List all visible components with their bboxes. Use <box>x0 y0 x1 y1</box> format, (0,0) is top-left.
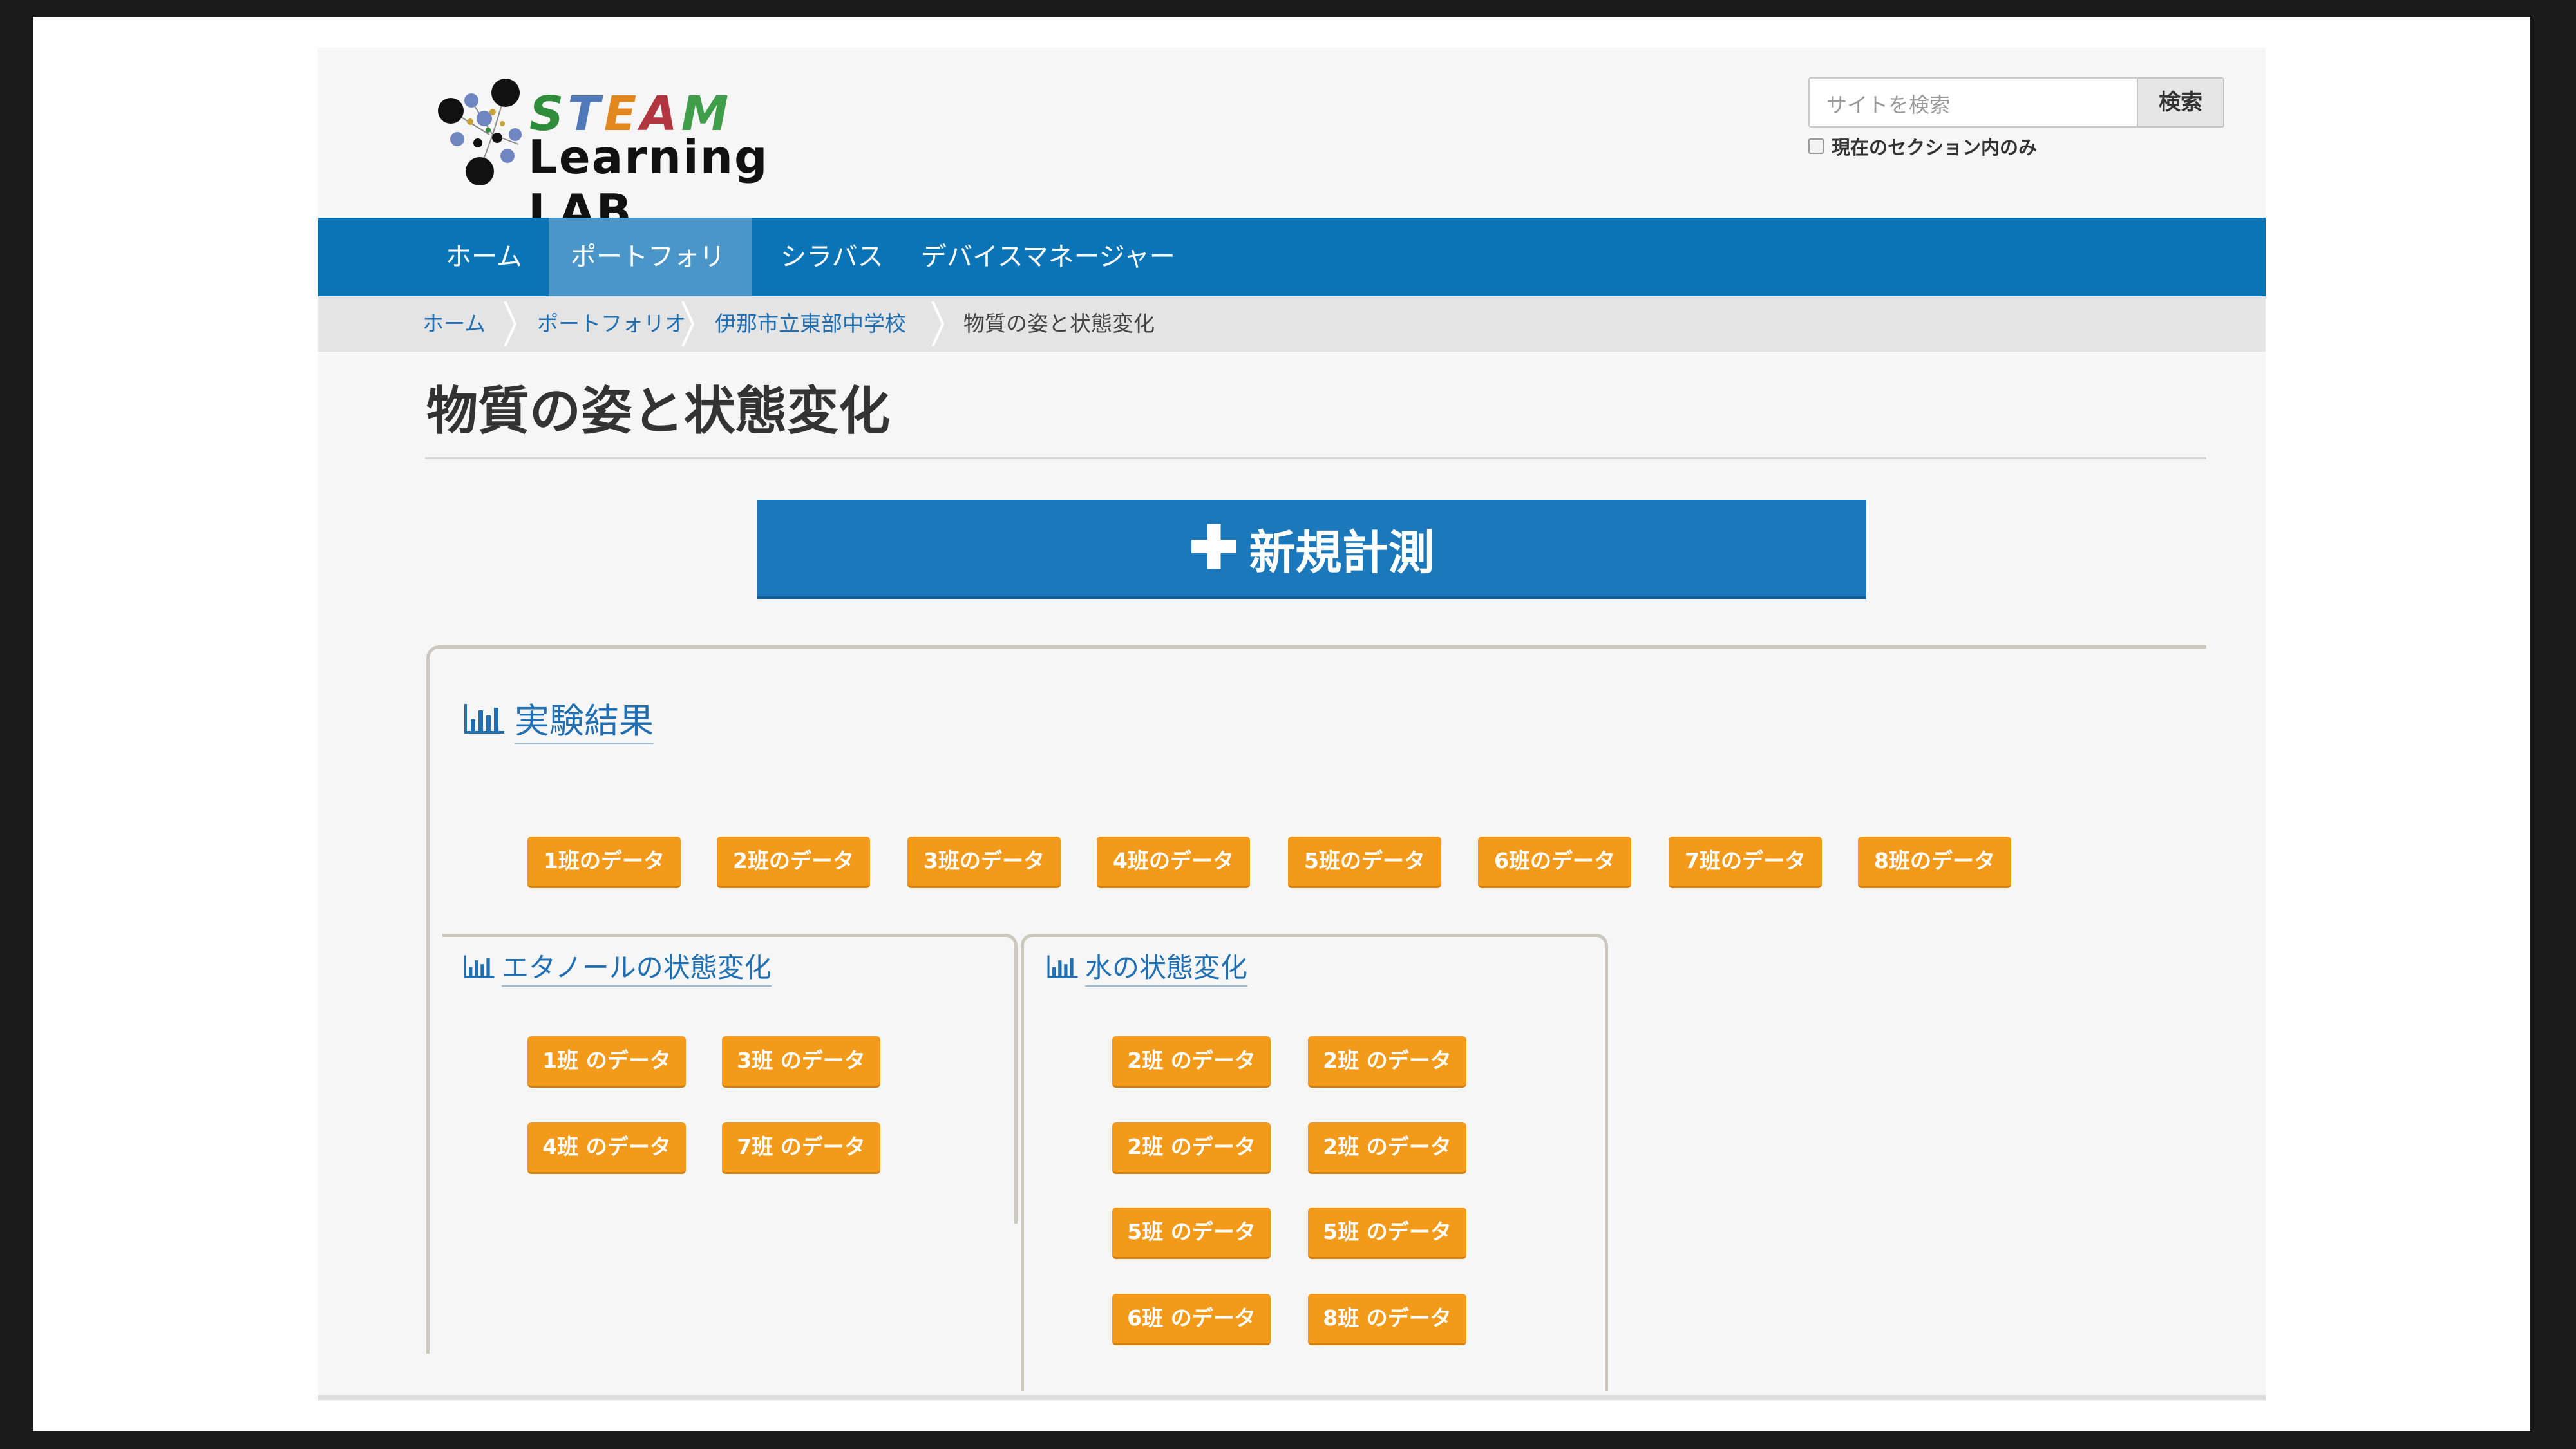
breadcrumb-separator-icon <box>504 301 516 346</box>
breadcrumb-separator-icon <box>931 301 944 346</box>
breadcrumb-portfolio[interactable]: ポートフォリオ <box>537 296 686 352</box>
water-data-button[interactable]: 5班 のデータ <box>1112 1208 1271 1259</box>
section-only-label: 現在のセクション内のみ <box>1832 137 2038 158</box>
search-input[interactable]: サイトを検索 <box>1808 77 2138 128</box>
group-data-button[interactable]: 7班のデータ <box>1669 837 1822 888</box>
results-heading[interactable]: 実験結果 <box>463 692 654 744</box>
new-measurement-label: 新規計測 <box>1249 527 1435 579</box>
checkbox-box[interactable] <box>1808 138 1824 154</box>
nav-item-device-manager[interactable]: デバイスマネージャー <box>899 218 1197 296</box>
main-nav: ホーム ポートフォリオ シラバス デバイスマネージャー <box>318 218 2266 350</box>
water-heading[interactable]: 水の状態変化 <box>1046 946 1248 987</box>
group-data-button[interactable]: 4班のデータ <box>1097 837 1250 888</box>
breadcrumb-school[interactable]: 伊那市立東部中学校 <box>715 296 906 352</box>
ethanol-data-button[interactable]: 4班 のデータ <box>527 1122 686 1174</box>
search-button[interactable]: 検索 <box>2138 77 2224 128</box>
title-divider <box>425 457 2206 459</box>
bar-chart-icon <box>1047 955 1078 978</box>
ethanol-data-button[interactable]: 7班 のデータ <box>722 1122 880 1174</box>
group-data-button[interactable]: 8班のデータ <box>1858 837 2011 888</box>
results-panel: 実験結果 1班のデータ 2班のデータ 3班のデータ 4班のデータ 5班のデータ … <box>426 645 2206 1391</box>
water-data-button[interactable]: 2班 のデータ <box>1308 1122 1466 1174</box>
group-data-button[interactable]: 5班のデータ <box>1288 837 1441 888</box>
group-data-button[interactable]: 3班のデータ <box>907 837 1061 888</box>
breadcrumb-home[interactable]: ホーム <box>422 296 486 352</box>
water-data-button[interactable]: 2班 のデータ <box>1112 1122 1271 1174</box>
water-data-button[interactable]: 2班 のデータ <box>1308 1036 1466 1088</box>
results-title: 実験結果 <box>515 692 654 744</box>
water-data-button[interactable]: 6班 のデータ <box>1112 1294 1271 1345</box>
section-only-checkbox[interactable]: 現在のセクション内のみ <box>1808 133 2037 160</box>
logo-molecule-icon <box>438 79 522 185</box>
new-measurement-button[interactable]: ✚ 新規計測 <box>757 500 1866 599</box>
water-data-button[interactable]: 8班 のデータ <box>1308 1294 1466 1345</box>
group-data-button[interactable]: 1班のデータ <box>527 837 681 888</box>
ethanol-data-button[interactable]: 3班 のデータ <box>722 1036 880 1088</box>
ethanol-title: エタノールの状態変化 <box>502 946 772 987</box>
water-title: 水の状態変化 <box>1085 946 1248 987</box>
bar-chart-icon <box>464 703 504 734</box>
water-data-button[interactable]: 2班 のデータ <box>1112 1036 1271 1088</box>
water-data-button[interactable]: 5班 のデータ <box>1308 1208 1466 1259</box>
nav-item-home[interactable]: ホーム <box>424 218 544 296</box>
nav-item-syllabus[interactable]: シラバス <box>759 218 905 296</box>
page: STEAM Learning LAB サイトを検索 検索 現在のセクション内のみ… <box>318 48 2266 1401</box>
breadcrumb: ホーム ポートフォリオ 伊那市立東部中学校 物質の姿と状態変化 <box>318 296 2266 352</box>
footer-divider <box>318 1395 2266 1400</box>
page-title: 物質の姿と状態変化 <box>426 381 890 441</box>
ethanol-data-button[interactable]: 1班 のデータ <box>527 1036 686 1088</box>
nav-item-portfolio[interactable]: ポートフォリオ <box>549 218 752 350</box>
ethanol-heading[interactable]: エタノールの状態変化 <box>463 946 772 987</box>
site-logo[interactable]: STEAM Learning LAB <box>431 73 818 238</box>
breadcrumb-separator-icon <box>681 301 694 346</box>
group-data-button[interactable]: 2班のデータ <box>717 837 870 888</box>
group-data-button[interactable]: 6班のデータ <box>1478 837 1631 888</box>
bar-chart-icon <box>464 955 495 978</box>
plus-icon: ✚ <box>1189 515 1239 581</box>
breadcrumb-current: 物質の姿と状態変化 <box>963 311 1155 336</box>
